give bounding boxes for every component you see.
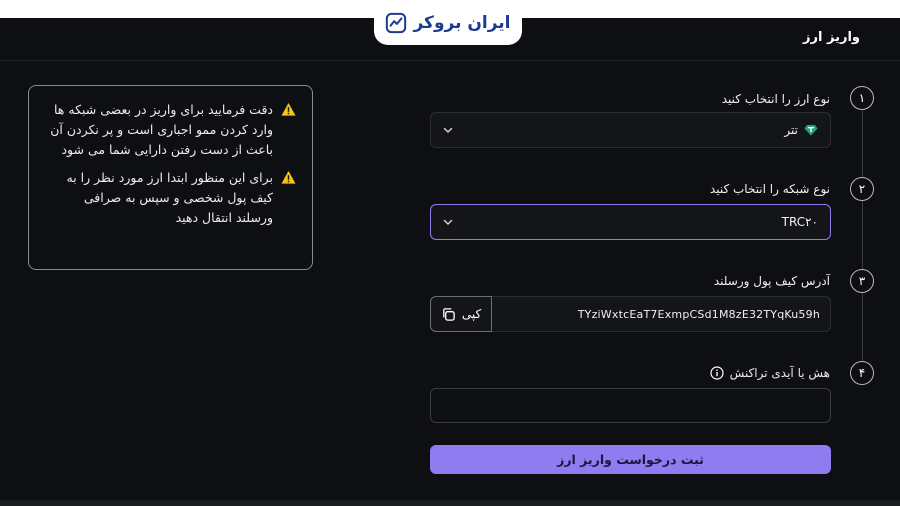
wallet-address-row: کپی TYziWxtcEaT7ExmpCSd1M8zE32TYqKu59h (430, 296, 831, 332)
warning-triangle-icon (281, 102, 296, 116)
copy-button[interactable]: کپی (430, 296, 492, 332)
copy-label: کپی (461, 307, 482, 321)
wallet-address-label: آدرس کیف پول ورسلند (713, 274, 830, 288)
wallet-address-field[interactable]: TYziWxtcEaT7ExmpCSd1M8zE32TYqKu59h (492, 296, 831, 332)
tx-hash-label-text: هش یا آیدی تراکنش (729, 366, 830, 380)
copy-icon (442, 307, 455, 321)
currency-label: نوع ارز را انتخاب کنید (721, 92, 830, 106)
chevron-down-icon (443, 219, 453, 225)
tether-icon (804, 125, 818, 136)
info-icon[interactable] (710, 366, 724, 380)
network-value: TRC۲۰ (782, 215, 818, 229)
step-number-2: ۲ (850, 177, 874, 201)
warning-box: دقت فرمایید برای واریز در بعضی شبکه ها و… (28, 85, 313, 270)
bottom-bar (0, 500, 900, 506)
warning-item: دقت فرمایید برای واریز در بعضی شبکه ها و… (45, 100, 296, 160)
step-number-3: ۳ (850, 269, 874, 293)
warning-text: برای این منظور ابتدا ارز مورد نظر را به … (66, 170, 273, 225)
network-label: نوع شبکه را انتخاب کنید (709, 182, 830, 196)
currency-value: تتر (784, 123, 818, 137)
step-number-1: ۱ (850, 86, 874, 110)
currency-value-text: تتر (784, 123, 798, 137)
network-select[interactable]: TRC۲۰ (430, 204, 831, 240)
step-number-4: ۴ (850, 361, 874, 385)
warning-triangle-icon (281, 170, 296, 184)
warning-text: دقت فرمایید برای واریز در بعضی شبکه ها و… (50, 102, 273, 157)
chevron-down-icon (443, 127, 453, 133)
header-row (0, 18, 900, 61)
warning-item: برای این منظور ابتدا ارز مورد نظر را به … (45, 168, 296, 228)
tx-hash-input[interactable] (430, 388, 831, 423)
currency-select[interactable]: تتر (430, 112, 831, 148)
tx-hash-label: هش یا آیدی تراکنش (710, 366, 830, 380)
network-value-text: TRC۲۰ (781, 215, 818, 229)
page-title: واریز ارز (803, 30, 860, 45)
submit-deposit-button[interactable]: ثبت درخواست واریز ارز (430, 445, 831, 474)
steps-connector (862, 110, 863, 375)
